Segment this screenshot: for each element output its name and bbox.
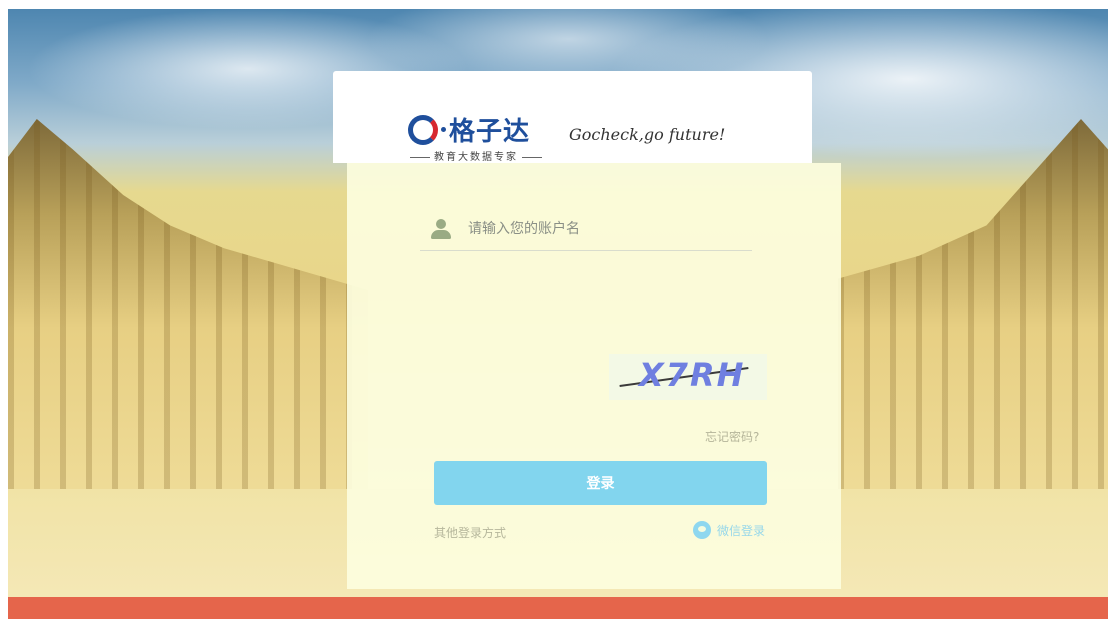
palace-right-wing	[838, 119, 1108, 499]
bottom-red-strip	[8, 597, 1108, 619]
logo-g-icon	[408, 114, 438, 145]
wechat-login-label: 微信登录	[717, 523, 766, 538]
username-input[interactable]	[466, 220, 740, 238]
captcha-row: X7RH	[433, 354, 767, 400]
brand-logo: 格子达	[408, 111, 530, 148]
forgot-password-link[interactable]: 忘记密码?	[705, 428, 759, 445]
login-button[interactable]: 登录	[434, 461, 767, 505]
captcha-input[interactable]	[433, 362, 597, 392]
brand-slogan: Gocheck,go future!	[569, 125, 726, 144]
brand-name: 格子达	[449, 117, 531, 147]
brand-subtitle: 教育大数据专家	[406, 148, 546, 163]
username-field-row	[420, 208, 752, 251]
user-icon	[428, 219, 454, 239]
logo-dot-icon	[441, 127, 446, 132]
brand-header: 格子达 教育大数据专家 Gocheck,go future!	[333, 71, 812, 163]
wechat-login-link[interactable]: 微信登录	[693, 521, 765, 539]
captcha-text: X7RH	[639, 356, 746, 394]
wechat-icon	[693, 521, 711, 539]
captcha-image[interactable]: X7RH	[609, 354, 767, 400]
other-login-label: 其他登录方式	[434, 526, 507, 540]
login-panel: X7RH 忘记密码? 登录 其他登录方式 微信登录	[347, 163, 841, 589]
palace-left-wing	[8, 119, 368, 499]
